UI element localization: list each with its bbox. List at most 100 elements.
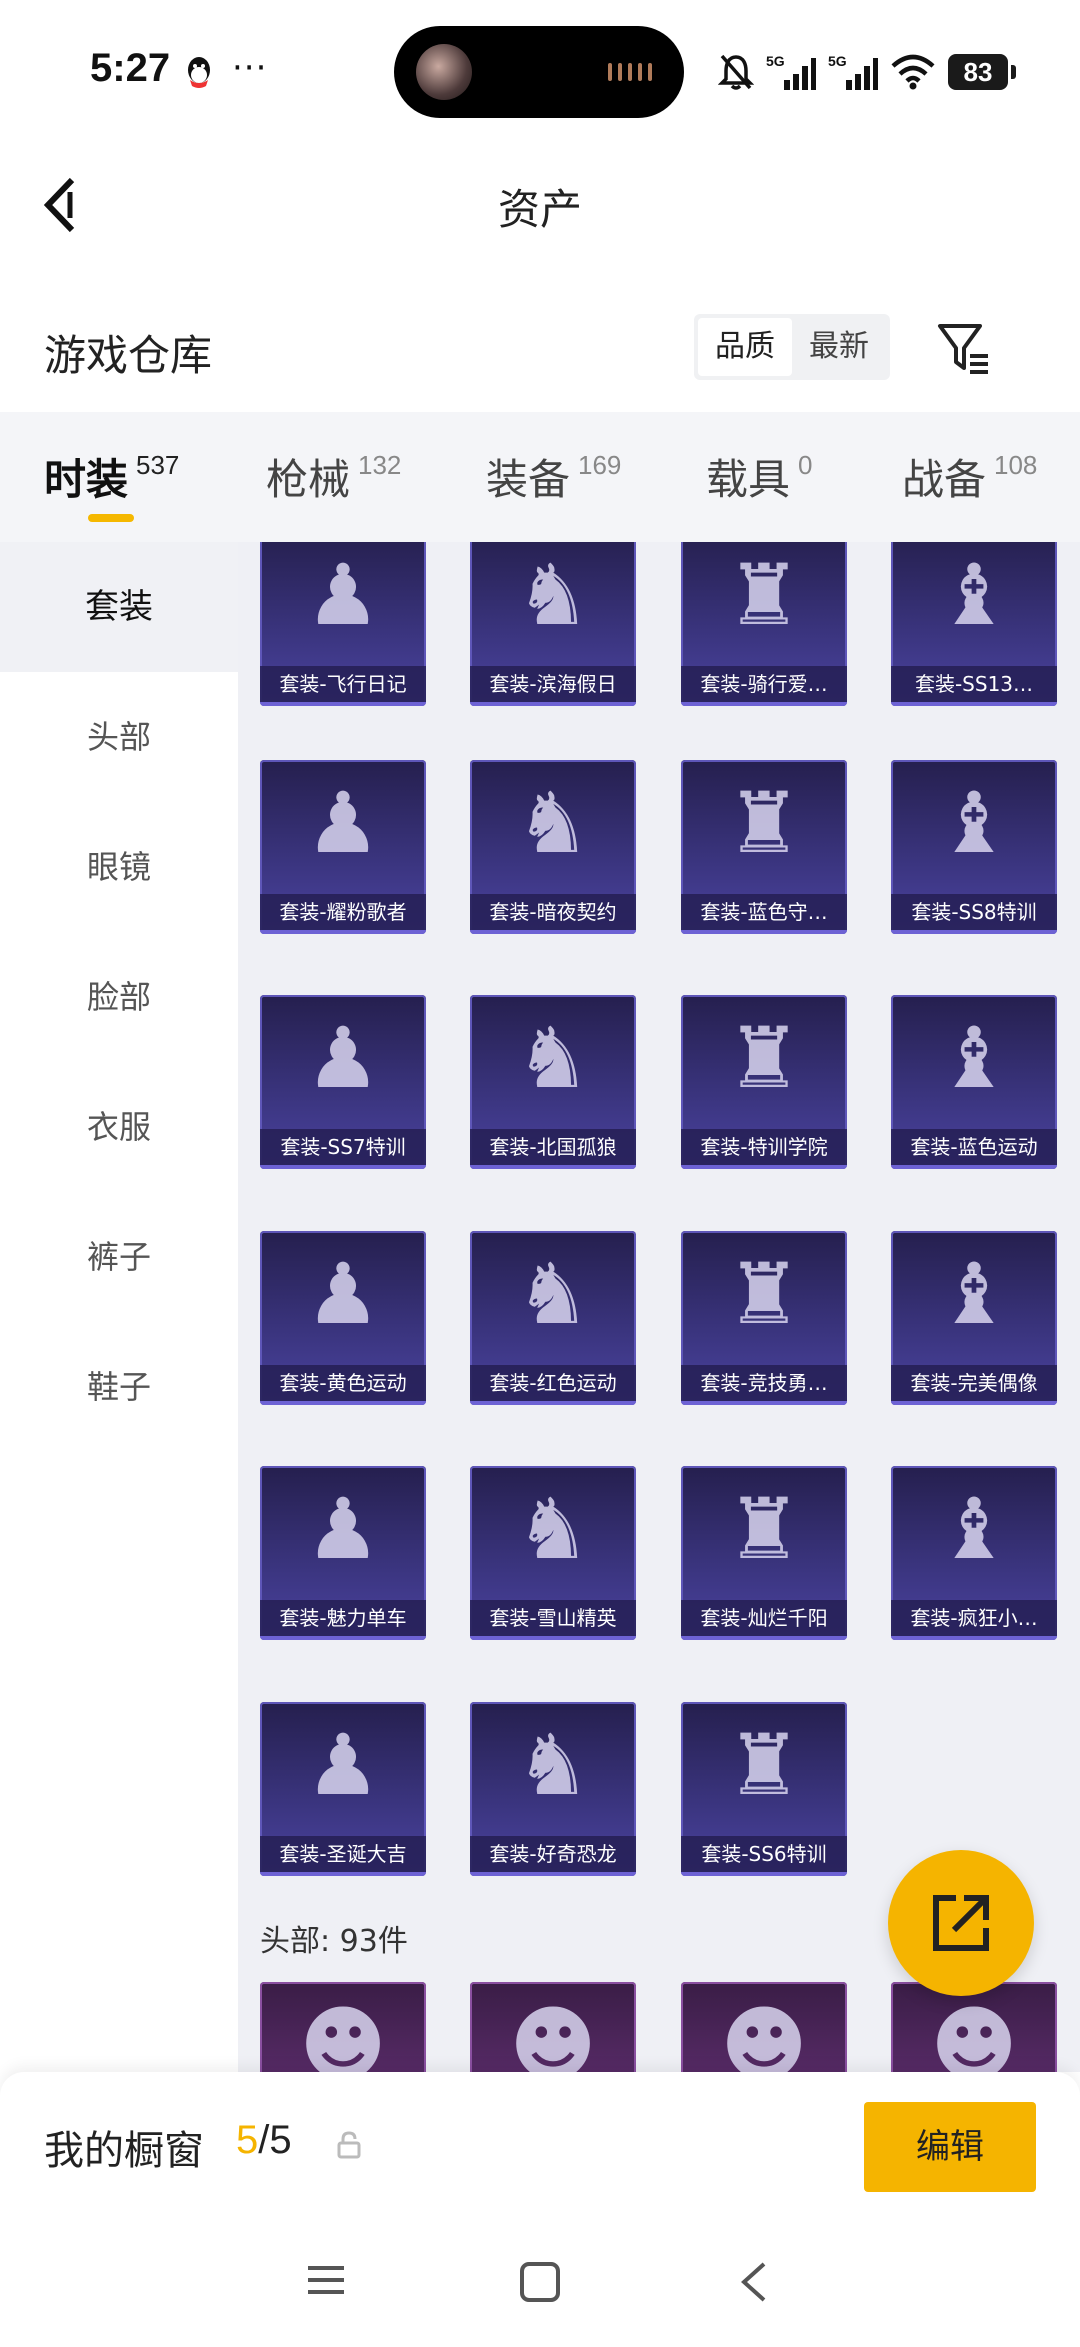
sort-latest-button[interactable]: 最新 (792, 318, 886, 376)
head-item-card[interactable]: ☻ (681, 1982, 847, 2072)
item-card[interactable]: ♞ 套装-好奇恐龙 (470, 1702, 636, 1876)
warehouse-header: 游戏仓库 品质 最新 (0, 300, 1080, 410)
item-card-label: 套装-疯狂小… (891, 1600, 1057, 1636)
system-navbar (0, 2222, 1080, 2347)
item-card[interactable]: ♞ 套装-暗夜契约 (470, 760, 636, 934)
sidebar-item-glasses[interactable]: 眼镜 (0, 802, 238, 932)
filter-icon[interactable] (936, 318, 992, 378)
share-fab-button[interactable] (888, 1850, 1034, 1996)
item-card-label: 套装-耀粉歌者 (260, 894, 426, 930)
item-card[interactable]: ♞ 套装-北国孤狼 (470, 995, 636, 1169)
sort-quality-button[interactable]: 品质 (698, 318, 792, 376)
item-card[interactable]: ♞ 套装-滨海假日 (470, 542, 636, 706)
outfit-thumbnail-icon: ♟ (305, 1009, 381, 1107)
item-card-label: 套装-圣诞大吉 (260, 1836, 426, 1872)
item-card-label: 套装-红色运动 (470, 1365, 636, 1401)
outfit-thumbnail-icon: ♞ (515, 1480, 591, 1578)
sidebar-item-face[interactable]: 脸部 (0, 932, 238, 1062)
item-card[interactable]: ♜ 套装-SS6特训 (681, 1702, 847, 1876)
item-card[interactable]: ♟ 套装-耀粉歌者 (260, 760, 426, 934)
item-card-label: 套装-飞行日记 (260, 666, 426, 702)
sidebar-item-pants[interactable]: 裤子 (0, 1192, 238, 1322)
head-thumbnail-icon: ☻ (299, 1996, 387, 2072)
item-card[interactable]: ♟ 套装-SS7特训 (260, 995, 426, 1169)
item-card-label: 套装-蓝色守… (681, 894, 847, 930)
item-card-label: 套装-竞技勇… (681, 1365, 847, 1401)
outfit-thumbnail-icon: ♜ (726, 774, 802, 872)
item-card[interactable]: ♝ 套装-疯狂小… (891, 1466, 1057, 1640)
tab-vehicles[interactable]: 载具 0 (706, 446, 812, 507)
item-card-label: 套装-滨海假日 (470, 666, 636, 702)
showcase-used: 5 (236, 2118, 259, 2162)
category-sidebar: 套装 头部 眼镜 脸部 衣服 裤子 鞋子 (0, 542, 238, 2072)
item-card-label: 套装-北国孤狼 (470, 1129, 636, 1165)
tab-label: 枪械 (266, 455, 351, 504)
sidebar-item-outfit[interactable]: 套装 (0, 542, 238, 672)
item-card-label: 套装-蓝色运动 (891, 1129, 1057, 1165)
active-tab-indicator (88, 514, 134, 522)
tab-label: 时装 (44, 455, 129, 504)
item-card-label: 套装-骑行爱… (681, 666, 847, 702)
showcase-separator: / (258, 2118, 270, 2162)
item-card[interactable]: ♜ 套装-灿烂千阳 (681, 1466, 847, 1640)
sidebar-item-head[interactable]: 头部 (0, 672, 238, 802)
item-card-label: 套装-SS7特训 (260, 1129, 426, 1165)
item-card-label: 套装-灿烂千阳 (681, 1600, 847, 1636)
item-card[interactable]: ♞ 套装-红色运动 (470, 1231, 636, 1405)
item-card[interactable]: ♜ 套装-竞技勇… (681, 1231, 847, 1405)
network-type-2: 5G (828, 53, 847, 69)
tab-count: 132 (358, 450, 402, 480)
item-card[interactable]: ♟ 套装-魅力单车 (260, 1466, 426, 1640)
tab-fashion[interactable]: 时装 537 (44, 446, 179, 507)
item-card-label: 套装-特训学院 (681, 1129, 847, 1165)
tab-label: 载具 (706, 455, 791, 504)
outfit-thumbnail-icon: ♟ (305, 1480, 381, 1578)
item-card-label: 套装-好奇恐龙 (470, 1836, 636, 1872)
item-card[interactable]: ♟ 套装-黄色运动 (260, 1231, 426, 1405)
item-card[interactable]: ♟ 套装-圣诞大吉 (260, 1702, 426, 1876)
sidebar-item-shoes[interactable]: 鞋子 (0, 1322, 238, 1452)
home-icon[interactable] (518, 2260, 562, 2304)
item-card-label: 套装-黄色运动 (260, 1365, 426, 1401)
item-card[interactable]: ♝ 套装-SS13… (891, 542, 1057, 706)
item-card[interactable]: ♟ 套装-飞行日记 (260, 542, 426, 706)
item-card[interactable]: ♜ 套装-蓝色守… (681, 760, 847, 934)
notification-more-icon: ··· (232, 48, 268, 88)
item-card[interactable]: ♞ 套装-雪山精英 (470, 1466, 636, 1640)
outfit-thumbnail-icon: ♞ (515, 546, 591, 644)
top-header: 资产 (0, 140, 1080, 270)
head-item-card[interactable]: ☻ (260, 1982, 426, 2072)
outfit-thumbnail-icon: ♞ (515, 774, 591, 872)
tab-guns[interactable]: 枪械 132 (266, 446, 401, 507)
item-card[interactable]: ♝ 套装-完美偶像 (891, 1231, 1057, 1405)
outfit-thumbnail-icon: ♞ (515, 1009, 591, 1107)
status-time: 5:27 (90, 46, 171, 90)
outfit-thumbnail-icon: ♜ (726, 546, 802, 644)
tab-count: 0 (798, 450, 813, 480)
item-card[interactable]: ♝ 套装-SS8特训 (891, 760, 1057, 934)
tab-supplies[interactable]: 战备 108 (902, 446, 1037, 507)
menu-icon[interactable] (306, 2260, 346, 2300)
nav-back-icon[interactable] (738, 2260, 770, 2304)
head-item-card[interactable]: ☻ (470, 1982, 636, 2072)
head-thumbnail-icon: ☻ (930, 1996, 1018, 2072)
media-avatar (416, 44, 472, 100)
head-item-card[interactable]: ☻ (891, 1982, 1057, 2072)
outfit-thumbnail-icon: ♜ (726, 1480, 802, 1578)
item-card[interactable]: ♜ 套装-特训学院 (681, 995, 847, 1169)
sort-toggle: 品质 最新 (694, 314, 890, 380)
sidebar-item-clothes[interactable]: 衣服 (0, 1062, 238, 1192)
outfit-thumbnail-icon: ♜ (726, 1245, 802, 1343)
tab-equipment[interactable]: 装备 169 (486, 446, 621, 507)
warehouse-title: 游戏仓库 (44, 331, 213, 380)
item-card[interactable]: ♝ 套装-蓝色运动 (891, 995, 1057, 1169)
edit-button[interactable]: 编辑 (864, 2102, 1036, 2192)
outfit-thumbnail-icon: ♟ (305, 1716, 381, 1814)
status-icons: 5G 5G 83 (718, 50, 1016, 94)
item-card-label: 套装-SS13… (891, 666, 1057, 702)
mute-bell-icon (718, 54, 754, 90)
dynamic-island[interactable] (394, 26, 684, 118)
item-card[interactable]: ♜ 套装-骑行爱… (681, 542, 847, 706)
outfit-thumbnail-icon: ♟ (305, 774, 381, 872)
outfit-thumbnail-icon: ♞ (515, 1245, 591, 1343)
